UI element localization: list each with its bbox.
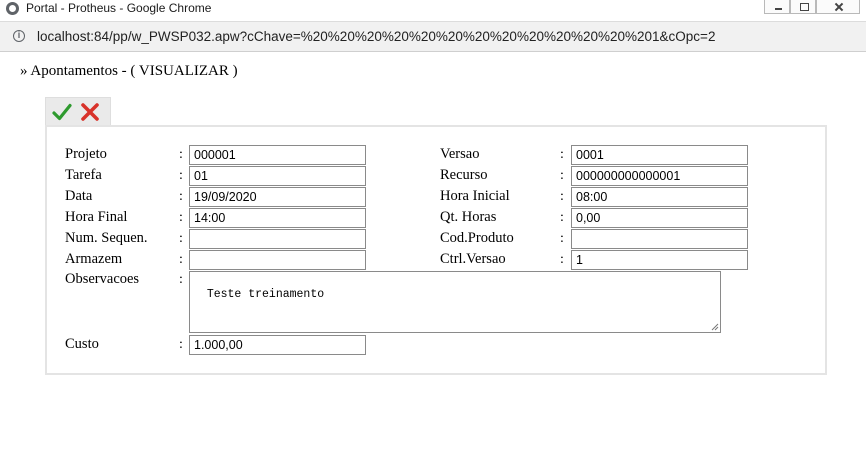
window-controls	[764, 0, 860, 16]
hora-final-label: Hora Final	[65, 209, 128, 225]
num-sequen-label: Num. Sequen.	[65, 230, 148, 246]
page-blank-area	[0, 376, 866, 458]
close-x-icon	[81, 103, 99, 121]
check-icon	[52, 103, 72, 121]
projeto-field[interactable]: 000001	[189, 145, 366, 165]
tarefa-field[interactable]: 01	[189, 166, 366, 186]
close-window-button[interactable]	[816, 0, 860, 14]
hora-inicial-label: Hora Inicial	[440, 188, 510, 204]
colon: :	[560, 147, 564, 162]
address-bar[interactable]: i localhost:84/pp/w_PWSP032.apw?cChave=%…	[0, 21, 866, 52]
colon: :	[179, 168, 183, 183]
colon: :	[179, 147, 183, 162]
info-icon[interactable]: i	[13, 30, 25, 42]
colon: :	[560, 168, 564, 183]
maximize-button[interactable]	[790, 0, 816, 14]
colon: :	[560, 210, 564, 225]
window-title: Portal - Protheus - Google Chrome	[26, 1, 212, 15]
window-titlebar: Portal - Protheus - Google Chrome	[0, 0, 866, 20]
colon: :	[179, 252, 183, 267]
custo-label: Custo	[65, 336, 99, 352]
colon: :	[179, 231, 183, 246]
qt-horas-field[interactable]: 0,00	[571, 208, 748, 228]
colon: :	[179, 189, 183, 204]
ctrl-versao-label: Ctrl.Versao	[440, 251, 506, 267]
num-sequen-field[interactable]	[189, 229, 366, 249]
url-text[interactable]: localhost:84/pp/w_PWSP032.apw?cChave=%20…	[37, 29, 715, 44]
colon: :	[560, 231, 564, 246]
projeto-label: Projeto	[65, 146, 107, 162]
colon: :	[179, 210, 183, 225]
armazem-label: Armazem	[65, 251, 123, 267]
confirm-button[interactable]	[52, 102, 72, 122]
versao-label: Versao	[440, 146, 480, 162]
resize-grip-icon[interactable]	[711, 323, 719, 331]
qt-horas-label: Qt. Horas	[440, 209, 497, 225]
colon: :	[560, 189, 564, 204]
observacoes-text: Teste treinamento	[206, 288, 325, 301]
custo-field[interactable]: 1.000,00	[189, 335, 366, 355]
cod-produto-field[interactable]	[571, 229, 748, 249]
colon: :	[179, 337, 183, 352]
armazem-field[interactable]	[189, 250, 366, 270]
data-field[interactable]: 19/09/2020	[189, 187, 366, 207]
data-label: Data	[65, 188, 93, 204]
cod-produto-label: Cod.Produto	[440, 230, 514, 246]
cancel-button[interactable]	[80, 102, 100, 122]
observacoes-label: Observacoes	[65, 271, 140, 287]
chrome-icon	[6, 2, 19, 15]
page-title: » Apontamentos - ( VISUALIZAR )	[20, 63, 238, 79]
minimize-button[interactable]	[764, 0, 790, 14]
form-toolbar	[45, 97, 111, 125]
recurso-label: Recurso	[440, 167, 488, 183]
ctrl-versao-field[interactable]: 1	[571, 250, 748, 270]
hora-inicial-field[interactable]: 08:00	[571, 187, 748, 207]
hora-final-field[interactable]: 14:00	[189, 208, 366, 228]
versao-field[interactable]: 0001	[571, 145, 748, 165]
recurso-field[interactable]: 000000000000001	[571, 166, 748, 186]
colon: :	[179, 272, 183, 287]
colon: :	[560, 252, 564, 267]
tarefa-label: Tarefa	[65, 167, 102, 183]
observacoes-textarea[interactable]: Teste treinamento	[189, 271, 721, 333]
